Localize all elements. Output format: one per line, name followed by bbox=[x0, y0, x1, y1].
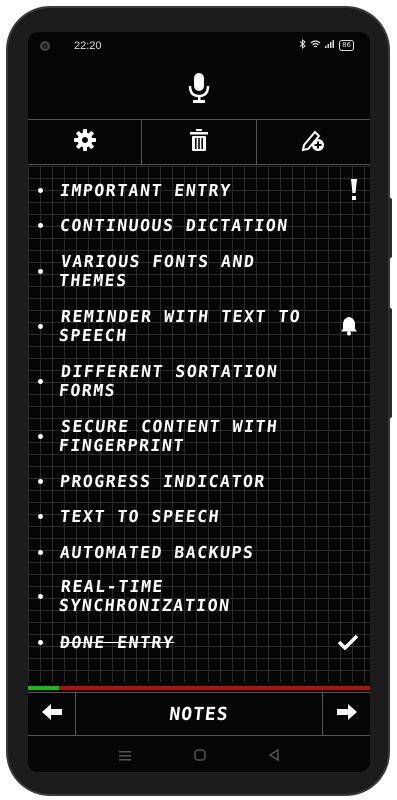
dictation-bar bbox=[28, 60, 370, 120]
trash-icon bbox=[189, 129, 208, 155]
bell-icon bbox=[340, 316, 358, 336]
list-item[interactable]: IMPORTANT ENTRY bbox=[28, 176, 370, 204]
bullet bbox=[38, 593, 43, 599]
item-text: CONTINUOUS DICTATION bbox=[59, 215, 290, 235]
notes-list: IMPORTANT ENTRY CONTINUOUS DICTATION VAR… bbox=[28, 166, 370, 682]
item-text: TEXT TO SPEECH bbox=[59, 506, 222, 526]
list-item[interactable]: SECURE CONTENT WITH FINGERPRINT bbox=[28, 413, 370, 459]
settings-button[interactable] bbox=[28, 120, 143, 164]
progress-bar bbox=[28, 686, 370, 690]
back-icon[interactable] bbox=[268, 746, 279, 765]
item-text: AUTOMATED BACKUPS bbox=[59, 542, 256, 562]
bullet bbox=[38, 187, 43, 193]
list-item[interactable]: CONTINUOUS DICTATION bbox=[28, 211, 370, 239]
check-icon bbox=[338, 634, 358, 650]
exclamation-icon bbox=[350, 179, 358, 201]
item-text: REAL-TIME SYNCHRONIZATION bbox=[58, 577, 232, 615]
bullet bbox=[38, 378, 43, 384]
toolbar bbox=[28, 120, 370, 165]
status-bar: 22:20 86 bbox=[28, 32, 370, 60]
front-camera bbox=[40, 41, 50, 51]
battery-indicator: 86 bbox=[339, 40, 354, 51]
bullet bbox=[38, 549, 43, 555]
item-text: SECURE CONTENT WITH FINGERPRINT bbox=[58, 417, 280, 455]
signal-icon bbox=[325, 40, 335, 51]
list-item[interactable]: PROGRESS INDICATOR bbox=[28, 467, 370, 495]
notes-title[interactable]: NOTES bbox=[74, 693, 324, 735]
bullet bbox=[38, 478, 43, 484]
bullet bbox=[38, 268, 43, 274]
list-item[interactable]: DIFFERENT SORTATION FORMS bbox=[28, 358, 370, 404]
microphone-icon[interactable] bbox=[188, 72, 210, 108]
home-icon[interactable] bbox=[194, 746, 206, 765]
list-item[interactable]: REAL-TIME SYNCHRONIZATION bbox=[28, 573, 370, 619]
app-screen: 22:20 86 IMPORTANT ENTRY CONTINUOUS DICT… bbox=[28, 32, 370, 772]
item-text: DIFFERENT SORTATION FORMS bbox=[58, 362, 280, 400]
list-item[interactable]: AUTOMATED BACKUPS bbox=[28, 538, 370, 566]
new-note-button[interactable] bbox=[257, 120, 370, 164]
arrow-right-icon bbox=[336, 704, 357, 724]
bullet bbox=[38, 323, 43, 329]
list-item[interactable]: VARIOUS FONTS AND THEMES bbox=[28, 248, 370, 294]
pencil-plus-icon bbox=[301, 128, 325, 156]
item-text: VARIOUS FONTS AND THEMES bbox=[58, 252, 257, 290]
status-icons: 86 bbox=[299, 38, 354, 52]
wifi-icon bbox=[310, 39, 321, 52]
bluetooth-icon bbox=[299, 38, 306, 52]
bullet bbox=[38, 433, 43, 439]
list-item[interactable]: TEXT TO SPEECH bbox=[28, 502, 370, 530]
progress-fill bbox=[28, 686, 59, 690]
item-text: PROGRESS INDICATOR bbox=[59, 471, 267, 491]
arrow-left-icon bbox=[41, 704, 62, 724]
item-text: IMPORTANT ENTRY bbox=[59, 180, 233, 200]
list-item[interactable]: REMINDER WITH TEXT TO SPEECH bbox=[28, 303, 370, 349]
power-button bbox=[388, 308, 392, 418]
volume-button bbox=[388, 198, 392, 258]
bottom-bar: NOTES bbox=[28, 692, 370, 736]
gear-icon bbox=[73, 129, 96, 155]
item-text: DONE ENTRY bbox=[59, 632, 176, 652]
previous-button[interactable] bbox=[28, 693, 76, 735]
system-navigation bbox=[28, 738, 370, 772]
list-item[interactable]: DONE ENTRY bbox=[28, 628, 370, 656]
bullet bbox=[38, 639, 43, 645]
bullet bbox=[38, 222, 43, 228]
status-time: 22:20 bbox=[74, 40, 102, 52]
menu-icon[interactable] bbox=[119, 746, 132, 765]
next-button[interactable] bbox=[322, 693, 370, 735]
bullet bbox=[38, 513, 43, 519]
delete-button[interactable] bbox=[142, 120, 257, 164]
item-text: REMINDER WITH TEXT TO SPEECH bbox=[58, 307, 303, 345]
